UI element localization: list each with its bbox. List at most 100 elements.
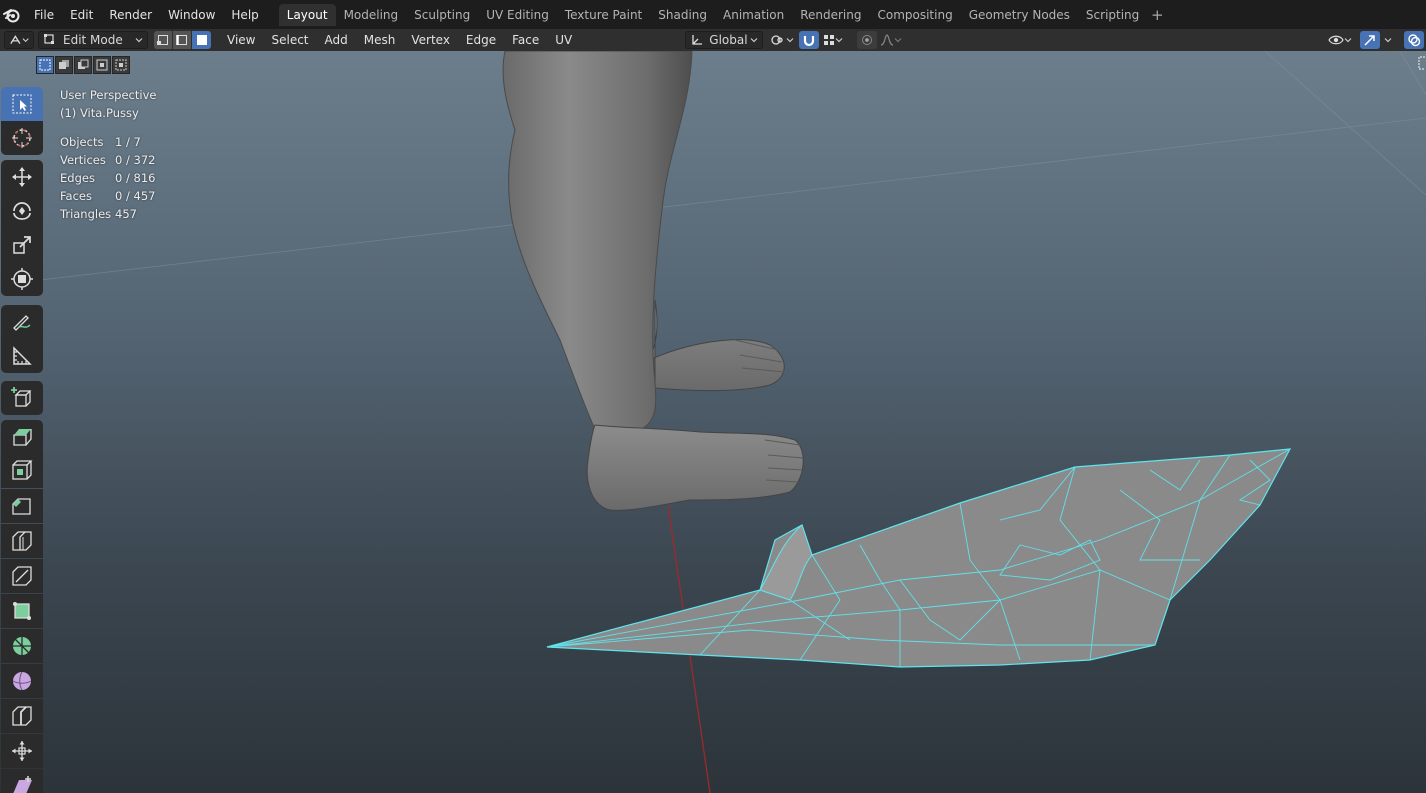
- tab-animation[interactable]: Animation: [715, 4, 792, 26]
- menu-window[interactable]: Window: [160, 4, 223, 26]
- tab-rendering[interactable]: Rendering: [792, 4, 869, 26]
- bevel-icon: [12, 498, 31, 515]
- header-menu-edge[interactable]: Edge: [458, 30, 504, 50]
- proportional-editing-button[interactable]: [857, 31, 878, 49]
- stat-value-edges: 0 / 816: [115, 171, 156, 185]
- gizmo-dropdown[interactable]: [1380, 31, 1396, 49]
- orientation-axes-icon: [692, 35, 703, 45]
- tool-poly-build[interactable]: [1, 594, 43, 628]
- tool-loop-cut[interactable]: [1, 524, 43, 558]
- tool-edge-slide[interactable]: [1, 699, 43, 733]
- header-menu-select[interactable]: Select: [263, 30, 316, 50]
- tool-move[interactable]: [1, 160, 43, 194]
- face-select-icon: [196, 35, 207, 45]
- menu-render[interactable]: Render: [101, 4, 160, 26]
- tool-scale[interactable]: [1, 228, 43, 262]
- chevron-down-icon: [835, 38, 843, 43]
- tool-rotate[interactable]: [1, 194, 43, 228]
- tool-annotate[interactable]: [1, 305, 43, 339]
- header-menu-add[interactable]: Add: [317, 30, 356, 50]
- tool-knife[interactable]: [1, 559, 43, 593]
- stat-label-triangles: Triangles: [60, 207, 112, 221]
- cursor-icon: [12, 128, 32, 148]
- add-workspace-button[interactable]: +: [1147, 4, 1167, 26]
- overlays-toggle-button[interactable]: [1404, 31, 1424, 49]
- tool-shelf: [0, 51, 44, 793]
- tool-measure[interactable]: [1, 339, 43, 373]
- stat-label-edges: Edges: [60, 171, 95, 185]
- tool-extrude-region[interactable]: [1, 420, 43, 454]
- tab-uv-editing[interactable]: UV Editing: [478, 4, 557, 26]
- transform-orientation-dropdown[interactable]: Global: [685, 31, 764, 49]
- blender-logo-icon[interactable]: [2, 5, 22, 25]
- stat-label-faces: Faces: [60, 189, 92, 203]
- select-invert-button[interactable]: [93, 56, 111, 74]
- tool-smooth[interactable]: [1, 664, 43, 698]
- mode-dropdown[interactable]: Edit Mode: [38, 31, 148, 49]
- tab-modeling[interactable]: Modeling: [336, 4, 407, 26]
- snap-toggle-button[interactable]: [799, 31, 820, 49]
- visibility-dropdown[interactable]: [1324, 31, 1356, 49]
- mode-label: Edit Mode: [63, 33, 123, 47]
- stat-label-objects: Objects: [60, 135, 104, 149]
- view-perspective-label: User Perspective: [60, 88, 157, 102]
- menu-edit[interactable]: Edit: [62, 4, 101, 26]
- viewport-scene: [39, 51, 1426, 793]
- shrink-fatten-icon: [12, 741, 32, 761]
- tool-add-cube[interactable]: [1, 381, 43, 415]
- move-icon: [12, 167, 32, 187]
- tab-geometry-nodes[interactable]: Geometry Nodes: [961, 4, 1078, 26]
- header-menu-mesh[interactable]: Mesh: [356, 30, 404, 50]
- stat-value-objects: 1 / 7: [115, 135, 141, 149]
- falloff-curve-icon: [881, 34, 894, 46]
- tab-compositing[interactable]: Compositing: [869, 4, 960, 26]
- tool-spin[interactable]: [1, 629, 43, 663]
- snap-target-dropdown[interactable]: [819, 31, 847, 49]
- smooth-sphere-icon: [12, 671, 32, 691]
- tab-layout[interactable]: Layout: [278, 3, 336, 26]
- tab-texture-paint[interactable]: Texture Paint: [557, 4, 650, 26]
- menu-file[interactable]: File: [26, 4, 62, 26]
- tool-bevel[interactable]: [1, 489, 43, 523]
- eye-icon: [1328, 35, 1344, 45]
- scale-icon: [13, 236, 31, 254]
- proportional-falloff-dropdown[interactable]: [877, 31, 905, 49]
- tab-sculpting[interactable]: Sculpting: [406, 4, 478, 26]
- tool-transform[interactable]: [1, 262, 43, 296]
- editor-type-dropdown[interactable]: [4, 31, 34, 49]
- face-select-mode-button[interactable]: [192, 31, 211, 49]
- proportional-editing-icon: [862, 35, 873, 45]
- overlays-icon: [1408, 34, 1421, 47]
- header-menu-uv[interactable]: UV: [547, 30, 580, 50]
- vertex-select-mode-button[interactable]: [154, 31, 173, 49]
- tab-scripting[interactable]: Scripting: [1078, 4, 1147, 26]
- tool-inset-faces[interactable]: [1, 454, 43, 488]
- select-intersect-button[interactable]: [112, 56, 130, 74]
- edge-select-mode-button[interactable]: [173, 31, 192, 49]
- header-menu-face[interactable]: Face: [504, 30, 547, 50]
- tool-cursor[interactable]: [1, 121, 43, 155]
- gizmo-toggle-button[interactable]: [1360, 31, 1380, 49]
- menu-help[interactable]: Help: [223, 4, 266, 26]
- tool-select-box[interactable]: [1, 87, 43, 121]
- inset-faces-icon: [12, 460, 33, 480]
- tab-shading[interactable]: Shading: [650, 4, 715, 26]
- tool-shrink-fatten[interactable]: [1, 734, 43, 768]
- floor-grid: [39, 51, 1426, 281]
- edge-select-icon: [176, 35, 187, 45]
- poly-build-icon: [13, 602, 31, 620]
- select-subtract-button[interactable]: [74, 56, 92, 74]
- header-menu-view[interactable]: View: [219, 30, 263, 50]
- select-extend-button[interactable]: [55, 56, 73, 74]
- pivot-point-dropdown[interactable]: [767, 31, 797, 49]
- tool-shear[interactable]: [1, 769, 43, 793]
- header-menu-vertex[interactable]: Vertex: [403, 30, 458, 50]
- stat-row: Faces 0 / 457: [60, 187, 156, 205]
- select-intersect-icon: [115, 59, 127, 71]
- transform-orientation-label: Global: [709, 33, 748, 47]
- extrude-region-icon: [13, 429, 32, 446]
- sidebar-toggle-icon[interactable]: [1414, 56, 1426, 70]
- chevron-down-icon: [750, 38, 758, 43]
- spin-icon: [13, 637, 31, 655]
- 3d-viewport[interactable]: User Perspective (1) Vita.Pussy Objects …: [0, 51, 1426, 793]
